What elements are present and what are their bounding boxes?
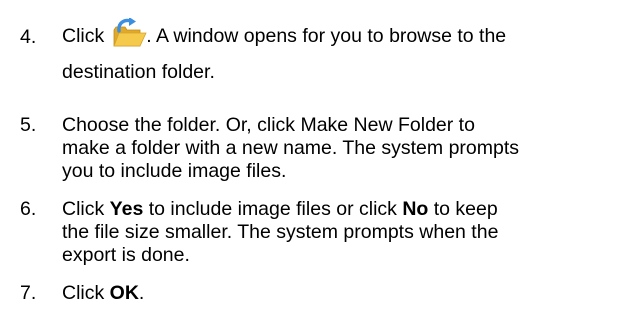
step-text-segment: Click [62,25,105,47]
yes-option-label: Yes [109,198,144,220]
step-number: 7. [20,282,37,304]
step-text-segment: to include image files or click [143,198,403,220]
step-text-line: destination folder. [62,61,215,83]
step-text-segment: Click [62,198,110,220]
step-text: Choose the folder. Or, click Make New Fo… [62,114,634,183]
no-option-label: No [402,198,429,220]
open-folder-icon [113,18,147,47]
step-text: Click Yes to include image files or clic… [62,198,634,267]
step-text-segment: to keep [428,198,498,220]
step-text-line: Choose the folder. Or, click Make New Fo… [62,114,475,136]
step-text-line: export is done. [62,244,190,266]
ok-option-label: OK [109,282,139,304]
step-text-line: you to include image files. [62,160,287,182]
step-text-segment: . A window opens for you to browse to th… [146,25,507,47]
step-text-segment: Click [62,282,110,304]
step-text-line: make a folder with a new name. The syste… [62,137,520,159]
step-text: Click . A window opens for you to browse… [62,18,634,90]
step-text: Click OK. [62,282,634,305]
step-text-segment: . [138,282,145,304]
step-number: 5. [20,114,37,136]
step-number: 6. [20,198,37,220]
step-number: 4. [20,26,37,48]
step-text-line: the file size smaller. The system prompt… [62,221,499,243]
